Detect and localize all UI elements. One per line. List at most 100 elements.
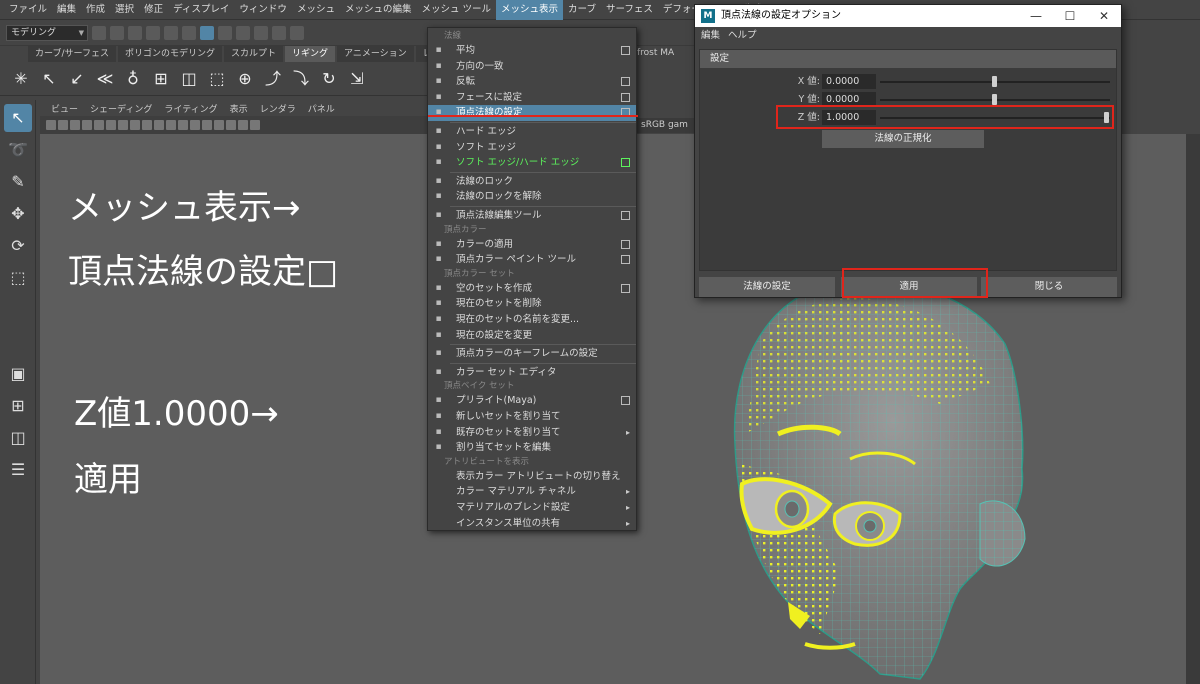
ik-spline-icon[interactable]: ↙ bbox=[66, 68, 88, 90]
menu-item[interactable]: インスタンス単位の共有 ▸ bbox=[428, 516, 636, 532]
menubar-item[interactable]: ディスプレイ bbox=[168, 0, 234, 20]
paint-select-icon[interactable]: ✎ bbox=[4, 168, 32, 196]
shelf-tab[interactable]: リギング bbox=[284, 46, 335, 62]
menu-item[interactable]: ▪ 法線のロック bbox=[428, 174, 636, 190]
paint-weights-icon[interactable]: ◫ bbox=[178, 68, 200, 90]
shelf-tab[interactable]: アニメーション bbox=[337, 46, 414, 62]
menu-item[interactable]: ▪ ハード エッジ bbox=[428, 124, 636, 140]
menu-item[interactable]: ▪ 割り当てセットを編集 bbox=[428, 440, 636, 456]
shelf-tab-overflow[interactable]: frost MA bbox=[637, 48, 695, 62]
constraint-aim-icon[interactable]: ⤵ bbox=[290, 68, 312, 90]
outliner-layout-icon[interactable]: ☰ bbox=[4, 456, 32, 484]
snap-grid-icon[interactable] bbox=[236, 25, 250, 40]
lattice-icon[interactable]: ⬚ bbox=[206, 68, 228, 90]
menu-item[interactable]: ▪ プリライト(Maya) bbox=[428, 393, 636, 409]
menubar-item[interactable]: 修正 bbox=[139, 0, 168, 20]
scale-tool-icon[interactable]: ⬚ bbox=[4, 264, 32, 292]
minimize-button[interactable]: — bbox=[1019, 5, 1053, 27]
slider-handle[interactable] bbox=[992, 76, 997, 87]
menubar-item[interactable]: メッシュの編集 bbox=[340, 0, 417, 20]
panel-menu-item[interactable]: ライティング bbox=[159, 102, 222, 115]
panel-menu-item[interactable]: ビュー bbox=[46, 102, 83, 115]
menu-item[interactable]: ▪ カラー セット エディタ bbox=[428, 365, 636, 381]
menu-item[interactable]: ▪ ソフト エッジ bbox=[428, 140, 636, 156]
close-icon[interactable]: ✕ bbox=[1087, 5, 1121, 27]
lock-camera-icon[interactable] bbox=[58, 120, 68, 130]
bind-skin-icon[interactable]: ⊞ bbox=[150, 68, 172, 90]
menu-item[interactable]: ▪ フェースに設定 bbox=[428, 90, 636, 106]
shelf-tab[interactable]: スカルプト bbox=[223, 46, 283, 62]
textured-icon[interactable] bbox=[166, 120, 176, 130]
menu-item[interactable]: ▪ 現在のセットの名前を変更... bbox=[428, 312, 636, 328]
menu-item[interactable]: ▪ 法線のロックを解除 bbox=[428, 189, 636, 205]
menubar-item[interactable]: ファイル bbox=[4, 0, 52, 20]
menubar-item[interactable]: メッシュ表示 bbox=[496, 0, 564, 20]
menu-item[interactable]: ▪ 現在の設定を変更 bbox=[428, 328, 636, 344]
option-box-icon[interactable] bbox=[621, 92, 630, 102]
xray-icon[interactable] bbox=[238, 120, 248, 130]
menu-item[interactable]: ▪ 空のセットを作成 bbox=[428, 281, 636, 297]
isolate-icon[interactable] bbox=[226, 120, 236, 130]
menu-item[interactable]: ▪ 既存のセットを割り当て ▸ bbox=[428, 425, 636, 441]
image-plane-icon[interactable] bbox=[82, 120, 92, 130]
menubar-item[interactable]: メッシュ ツール bbox=[416, 0, 496, 20]
option-box-icon[interactable] bbox=[621, 158, 630, 168]
cluster-icon[interactable]: ⊕ bbox=[234, 68, 256, 90]
colorspace-label[interactable]: sRGB gam bbox=[637, 118, 695, 133]
safe-action-icon[interactable] bbox=[130, 120, 140, 130]
menu-item[interactable]: ▪ 現在のセットを削除 bbox=[428, 296, 636, 312]
menu-item[interactable]: ▪ 方向の一致 bbox=[428, 59, 636, 75]
head-mesh[interactable] bbox=[733, 281, 1026, 680]
set-normal-button[interactable]: 法線の設定 bbox=[699, 277, 835, 297]
menubar-item[interactable]: 編集 bbox=[52, 0, 81, 20]
option-box-icon[interactable] bbox=[621, 239, 630, 249]
menu-item[interactable]: ▪ 反転 bbox=[428, 74, 636, 90]
menu-item[interactable]: ▪ 新しいセットを割り当て bbox=[428, 409, 636, 425]
menu-item[interactable]: ▪ 頂点カラーのキーフレームの設定 bbox=[428, 346, 636, 362]
motion-blur-icon[interactable] bbox=[214, 120, 224, 130]
ik-handle-icon[interactable]: ↖ bbox=[38, 68, 60, 90]
panel-menu-item[interactable]: 表示 bbox=[225, 102, 253, 115]
constraint-parent-icon[interactable]: ⇲ bbox=[346, 68, 368, 90]
lights-icon[interactable] bbox=[178, 120, 188, 130]
ao-icon[interactable] bbox=[202, 120, 212, 130]
menu-item[interactable]: カラー マテリアル チャネル ▸ bbox=[428, 484, 636, 500]
menu-item[interactable]: ▪ 頂点法線の設定 bbox=[428, 105, 636, 121]
constraint-orient-icon[interactable]: ↻ bbox=[318, 68, 340, 90]
wireframe-icon[interactable] bbox=[142, 120, 152, 130]
menubar-item[interactable]: サーフェス bbox=[601, 0, 658, 20]
value-field[interactable]: 0.0000 bbox=[822, 74, 876, 89]
menubar-item[interactable]: メッシュ bbox=[292, 0, 340, 20]
panel-menu-item[interactable]: レンダラ bbox=[255, 102, 301, 115]
menu-item[interactable]: ▪ 頂点カラー ペイント ツール bbox=[428, 252, 636, 268]
undo-icon[interactable] bbox=[146, 25, 160, 40]
redo-icon[interactable] bbox=[164, 25, 178, 40]
select-component-icon[interactable] bbox=[218, 25, 232, 40]
new-scene-icon[interactable] bbox=[92, 25, 106, 40]
smooth-shade-icon[interactable] bbox=[154, 120, 164, 130]
menubar-item[interactable]: 作成 bbox=[81, 0, 110, 20]
option-box-icon[interactable] bbox=[621, 396, 630, 406]
grid-icon[interactable] bbox=[94, 120, 104, 130]
move-tool-icon[interactable]: ✥ bbox=[4, 200, 32, 228]
insert-joint-icon[interactable]: ≪ bbox=[94, 68, 116, 90]
select-hierarchy-icon[interactable] bbox=[182, 25, 196, 40]
menu-item[interactable]: マテリアルのブレンド設定 ▸ bbox=[428, 500, 636, 516]
menubar-item[interactable]: ウィンドウ bbox=[234, 0, 292, 20]
humanik-icon[interactable]: ♁ bbox=[122, 68, 144, 90]
menu-item[interactable]: ▪ 平均 bbox=[428, 43, 636, 59]
menu-item[interactable]: ▪ カラーの適用 bbox=[428, 237, 636, 253]
single-layout-icon[interactable]: ▣ bbox=[4, 360, 32, 388]
dialog-menu-edit[interactable]: 編集 bbox=[701, 27, 720, 45]
close-button[interactable]: 閉じる bbox=[981, 277, 1117, 297]
shelf-tab[interactable]: カーブ/サーフェス bbox=[28, 46, 116, 62]
resolution-gate-icon[interactable] bbox=[118, 120, 128, 130]
menu-item[interactable]: ▪ ソフト エッジ/ハード エッジ bbox=[428, 155, 636, 171]
snap-curve-icon[interactable] bbox=[254, 25, 268, 40]
select-tool-icon[interactable]: ↖ bbox=[4, 104, 32, 132]
menubar-item[interactable]: 選択 bbox=[110, 0, 139, 20]
option-box-icon[interactable] bbox=[621, 283, 630, 293]
rotate-tool-icon[interactable]: ⟳ bbox=[4, 232, 32, 260]
two-layout-icon[interactable]: ◫ bbox=[4, 424, 32, 452]
panel-menu-item[interactable]: パネル bbox=[303, 102, 340, 115]
